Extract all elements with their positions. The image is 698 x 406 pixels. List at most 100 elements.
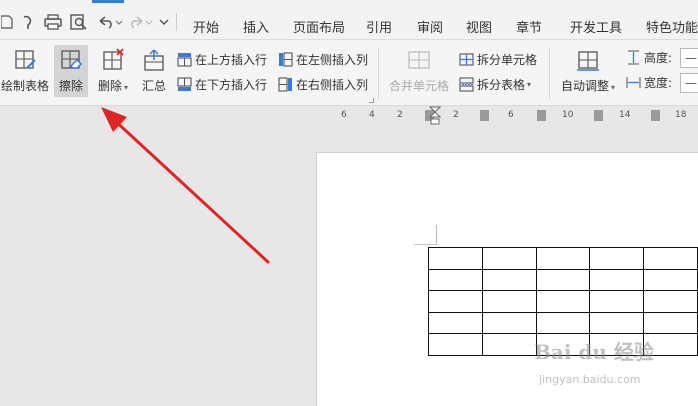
table-cell[interactable] [643, 247, 698, 270]
tab-home[interactable]: 开始 [193, 17, 219, 36]
undo-icon[interactable] [96, 12, 124, 32]
margin-corner-mark [414, 244, 436, 245]
open-icon[interactable] [0, 12, 14, 32]
ribbon-separator [378, 48, 379, 100]
delete-label: 删除 ▾ [97, 79, 129, 93]
customize-icon[interactable] [156, 12, 172, 32]
table-cell[interactable] [428, 290, 483, 313]
indent-marker-icon[interactable] [429, 106, 441, 126]
table-cell[interactable] [481, 333, 537, 356]
insert-col-left-label: 在左侧插入列 [296, 52, 369, 67]
insert-row-above-button[interactable]: 在上方插入行 [177, 50, 267, 68]
tab-page-layout[interactable]: 页面布局 [293, 17, 345, 36]
horizontal-ruler: 6 4 2 2 6 10 14 18 [0, 106, 698, 126]
table-cell[interactable] [589, 311, 645, 335]
summary-button[interactable]: 汇总 [138, 45, 170, 97]
print-icon[interactable] [42, 12, 64, 32]
table-row [428, 247, 698, 270]
delete-table-icon [103, 48, 124, 70]
insert-col-left-icon [279, 51, 293, 67]
insert-row-below-icon [177, 76, 192, 91]
tab-developer[interactable]: 开发工具 [570, 17, 622, 36]
tab-special-features[interactable]: 特色功能 [646, 17, 698, 36]
merge-cells-icon [408, 51, 430, 69]
redo-icon[interactable] [128, 12, 154, 32]
eraser-button[interactable]: 擦除 [54, 45, 88, 97]
table-cell[interactable] [643, 268, 698, 292]
table-cell[interactable] [428, 268, 483, 292]
table-cell[interactable] [643, 311, 698, 335]
dialog-launcher-icon[interactable] [369, 98, 374, 103]
draw-table-button[interactable]: 绘制表格 [0, 45, 50, 97]
table-cell[interactable] [481, 290, 537, 313]
draw-table-icon [15, 50, 36, 69]
eraser-icon [61, 50, 82, 69]
table-cell[interactable] [589, 290, 645, 313]
draw-table-label: 绘制表格 [0, 79, 49, 93]
auto-fit-label: 自动调整 ▾ [560, 79, 616, 93]
split-table-button[interactable]: 拆分表格 ▾ [459, 75, 531, 93]
tab-section[interactable]: 章节 [516, 17, 542, 36]
table-cell[interactable] [535, 311, 591, 335]
baidu-watermark: Bai du 经验 [534, 340, 654, 364]
table-cell[interactable] [535, 290, 591, 313]
auto-fit-button[interactable]: 自动调整 ▾ [558, 45, 618, 97]
table-cell[interactable] [535, 247, 591, 270]
split-cells-button[interactable]: 拆分单元格 [459, 50, 537, 68]
summary-label: 汇总 [141, 79, 166, 93]
merge-cells-button[interactable]: 合并单元格 [387, 45, 451, 97]
col-width-icon [626, 76, 641, 88]
auto-fit-icon [577, 51, 599, 71]
ruler-number: 14 [619, 110, 631, 120]
table-cell[interactable] [428, 247, 483, 270]
ribbon-table-tools: 绘制表格 擦除 删除 ▾ 汇总 在上方插入行 在下方插入行 在左侧插入列 在右侧插… [0, 40, 698, 106]
ruler-column-marker[interactable] [651, 110, 660, 121]
table-cell[interactable] [428, 333, 483, 356]
menu-bar: 开始 插入 页面布局 引用 审阅 视图 章节 开发工具 特色功能 [0, 0, 698, 40]
table-cell[interactable] [535, 268, 591, 292]
table-row [428, 290, 698, 313]
eraser-label: 擦除 [58, 79, 83, 93]
table-cell[interactable] [481, 247, 537, 270]
tab-review[interactable]: 审阅 [417, 17, 443, 36]
insert-row-below-label: 在下方插入行 [195, 77, 268, 92]
tab-insert[interactable]: 插入 [243, 17, 269, 36]
split-cells-icon [459, 52, 474, 66]
row-height-input[interactable]: — [680, 48, 698, 68]
ruler-number: 4 [369, 110, 375, 120]
format-painter-icon[interactable] [18, 12, 38, 32]
col-width-label: 宽度: [644, 75, 673, 90]
ruler-column-marker[interactable] [480, 110, 489, 121]
ribbon-separator [549, 48, 550, 100]
ruler-number: 6 [341, 110, 347, 120]
insert-col-left-button[interactable]: 在左侧插入列 [278, 50, 368, 68]
table-cell[interactable] [428, 311, 483, 335]
insert-row-below-button[interactable]: 在下方插入行 [177, 75, 267, 93]
tab-references[interactable]: 引用 [366, 17, 392, 36]
summary-icon [144, 49, 164, 71]
insert-col-right-icon [278, 76, 292, 92]
table-cell[interactable] [481, 268, 537, 292]
ruler-number: 6 [508, 110, 514, 120]
split-cells-label: 拆分单元格 [477, 52, 538, 67]
table-cell[interactable] [589, 247, 645, 270]
col-width-input[interactable]: — [680, 73, 698, 93]
table-cell[interactable] [481, 311, 537, 335]
text-cursor-mark [436, 225, 437, 245]
ruler-column-marker[interactable] [537, 110, 546, 121]
ruler-number: 2 [453, 110, 459, 120]
ruler-column-marker[interactable] [594, 110, 603, 121]
tab-view[interactable]: 视图 [466, 17, 492, 36]
table-cell[interactable] [589, 268, 645, 292]
table-cell[interactable] [643, 290, 698, 313]
ruler-number: 2 [397, 110, 403, 120]
table-row [428, 268, 698, 292]
col-width-control: 宽度: [626, 73, 672, 91]
insert-col-right-label: 在右侧插入列 [296, 77, 369, 92]
print-preview-icon[interactable] [68, 12, 90, 32]
row-height-label: 高度: [644, 50, 673, 65]
delete-button[interactable]: 删除 ▾ [94, 45, 132, 97]
insert-col-right-button[interactable]: 在右侧插入列 [278, 75, 368, 93]
ruler-number: 18 [675, 110, 687, 120]
insert-row-above-icon [177, 52, 192, 67]
